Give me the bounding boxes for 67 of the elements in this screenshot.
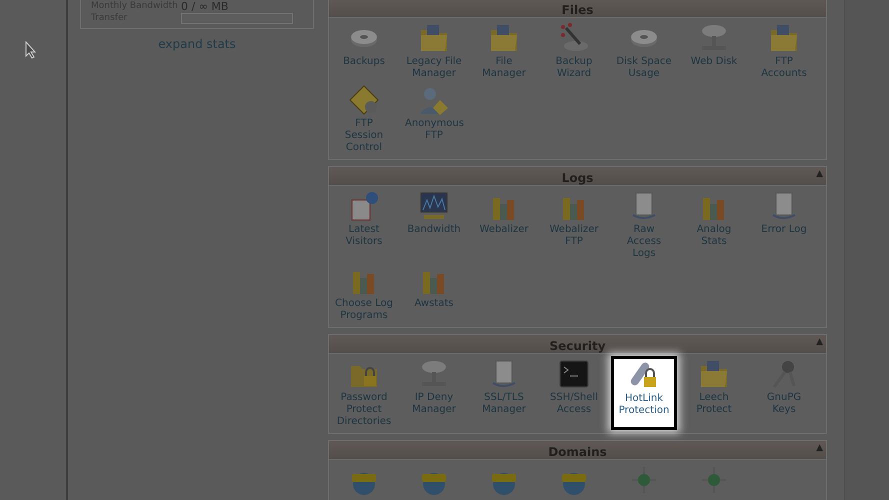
feature-label: HotLink Protection [618, 393, 670, 417]
section-title: Files [562, 3, 594, 17]
feature-label: Web Disk [690, 56, 738, 68]
feature-item[interactable]: SSH/Shell Access [539, 356, 609, 430]
feature-label: Backups [342, 56, 386, 68]
feature-item[interactable]: Disk Space Usage [609, 20, 679, 82]
feature-item[interactable]: FTP Session Control [329, 82, 399, 156]
feature-label: Backup Wizard [554, 56, 594, 80]
feature-label: Raw Access Logs [626, 224, 662, 260]
feature-item[interactable]: FTP Accounts [749, 20, 819, 82]
feature-item[interactable]: Anonymous FTP [399, 82, 469, 156]
mouse-cursor-icon [25, 41, 37, 59]
feature-label: Awstats [413, 298, 454, 310]
collapse-toggle[interactable]: ▲ [816, 169, 823, 179]
feature-item[interactable]: GnuPG Keys [749, 356, 819, 430]
magic-wand-icon [558, 22, 590, 54]
feature-item[interactable]: Leech Protect [679, 356, 749, 430]
feature-item[interactable]: Analog Stats [679, 188, 749, 262]
section-title: Security [549, 339, 606, 353]
feature-item[interactable]: Bandwidth [399, 188, 469, 262]
feature-item[interactable]: Choose Log Programs [329, 262, 399, 324]
feature-item[interactable]: IP Deny Manager [399, 356, 469, 430]
feature-label: Bandwidth [406, 224, 462, 236]
feature-item[interactable]: Password Protect Directories [329, 356, 399, 430]
feature-item[interactable]: SSL/TLS Manager [469, 356, 539, 430]
feature-item[interactable]: File Manager [469, 20, 539, 82]
folder-icon [418, 22, 450, 54]
warning-sign-icon [348, 84, 380, 116]
feature-item[interactable]: Web Disk [679, 20, 749, 82]
folder-icon [488, 22, 520, 54]
feature-label: FTP Session Control [344, 118, 384, 154]
feature-item[interactable]: Latest Visitors [329, 188, 399, 262]
feature-label: Disk Space Usage [615, 56, 673, 80]
feature-label: Password Protect Directories [336, 392, 392, 428]
feature-label: SSH/Shell Access [549, 392, 599, 416]
feature-item[interactable]: Backup Wizard [539, 20, 609, 82]
feature-label: Legacy File Manager [405, 56, 463, 80]
feature-item[interactable]: Awstats [399, 262, 469, 324]
feature-item[interactable]: Backups [329, 20, 399, 82]
section-title: Logs [562, 171, 594, 185]
feature-label: Leech Protect [695, 392, 733, 416]
feature-label: Anonymous FTP [405, 118, 463, 142]
feature-item[interactable]: Webalizer [469, 188, 539, 262]
feature-item[interactable]: Raw Access Logs [609, 188, 679, 262]
collapse-toggle[interactable]: ▲ [816, 443, 823, 453]
feature-label: Error Log [760, 224, 808, 236]
feature-item[interactable]: Error Log [749, 188, 819, 262]
feature-label: FTP Accounts [760, 56, 808, 80]
terminal-icon [558, 358, 590, 390]
collapse-toggle[interactable]: ▲ [816, 337, 823, 347]
feature-label: Webalizer [478, 224, 530, 236]
feature-label: SSL/TLS Manager [481, 392, 527, 416]
feature-label: File Manager [481, 56, 527, 80]
monitor-graph-icon [418, 190, 450, 222]
feature-label: Analog Stats [696, 224, 732, 248]
feature-item[interactable]: Webalizer FTP [539, 188, 609, 262]
feature-label: Choose Log Programs [335, 298, 393, 322]
feature-label: Latest Visitors [344, 224, 384, 248]
feature-label: IP Deny Manager [411, 392, 457, 416]
section-title: Domains [548, 445, 607, 459]
feature-label: GnuPG Keys [766, 392, 802, 416]
feature-item[interactable]: Legacy File Manager [399, 20, 469, 82]
feature-item[interactable]: HotLink Protection [611, 356, 677, 430]
folder-icon [768, 22, 800, 54]
expand-stats-link[interactable]: expand stats [80, 37, 314, 51]
feature-label: Webalizer FTP [548, 224, 600, 248]
folder-icon [698, 358, 730, 390]
